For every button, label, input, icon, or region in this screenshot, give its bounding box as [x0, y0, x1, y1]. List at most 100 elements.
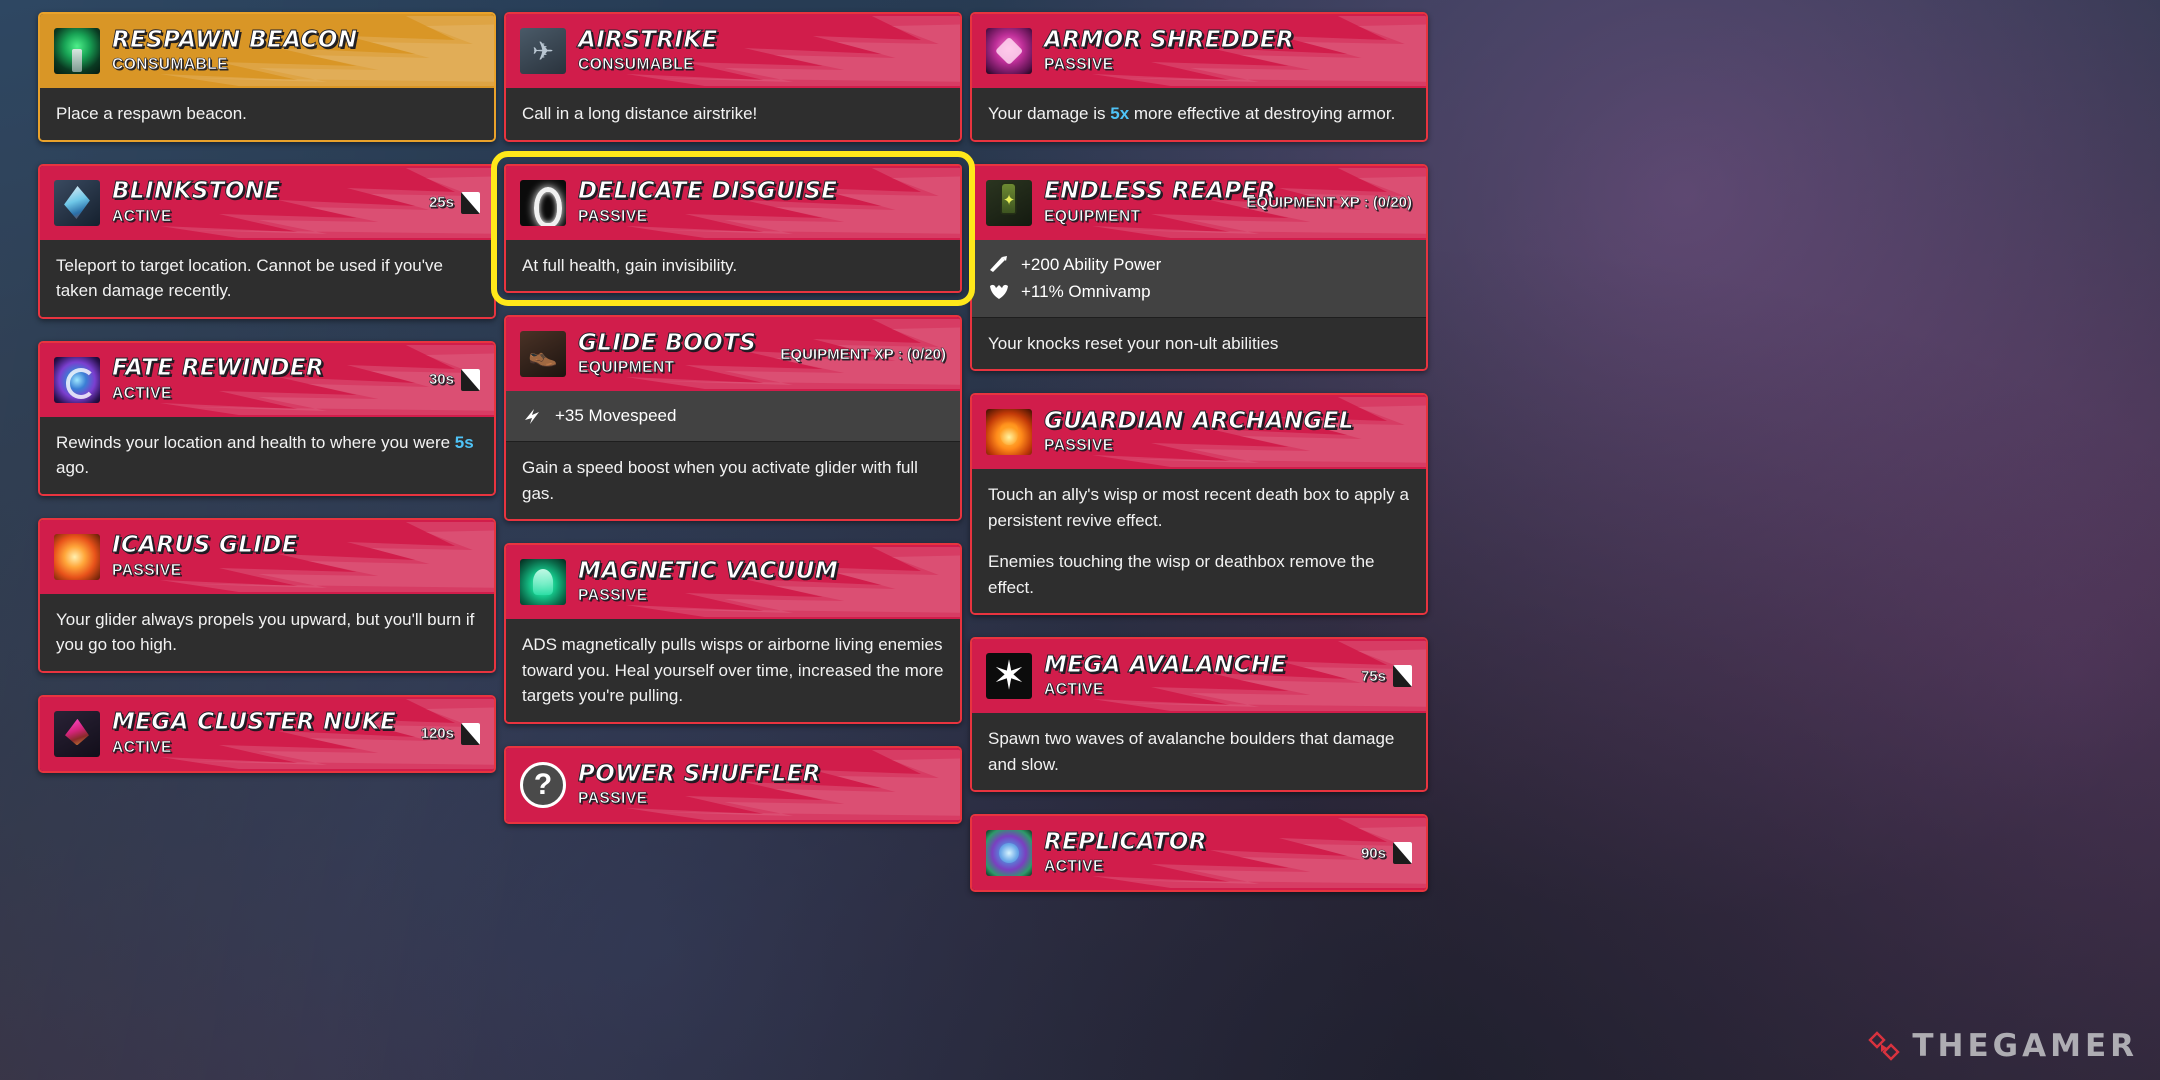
card-titles: MEGA AVALANCHE ACTIVE [1044, 653, 1351, 699]
ability-card[interactable]: BLINKSTONE ACTIVE 25s Teleport to target lo… [38, 163, 496, 319]
card-type: PASSIVE [1044, 56, 1114, 74]
card-description: Rewinds your location and health to wher… [56, 432, 474, 478]
card-name: MAGNETIC VACUUM [578, 558, 839, 585]
cooldown-value: 25s [428, 194, 455, 212]
card-name: DELICATE DISGUISE [578, 178, 838, 205]
card-header: BLINKSTONE ACTIVE 25s [40, 165, 494, 240]
card-header: MEGA AVALANCHE ACTIVE 75s [972, 639, 1426, 714]
watermark-text: THEGAMER [1912, 1028, 2138, 1064]
card-titles: RESPAWN BEACON CONSUMABLE [112, 26, 480, 74]
ability-card-column-3: ARMOR SHREDDER PASSIVE Your damage is 5x m… [970, 12, 1428, 914]
cooldown-icon [461, 368, 480, 391]
endless-reaper-icon [986, 179, 1032, 226]
card-name: ENDLESS REAPER [1044, 178, 1276, 205]
cooldown-value: 90s [1360, 844, 1387, 863]
ability-card[interactable]: MEGA CLUSTER NUKE ACTIVE 120s [38, 694, 496, 773]
ability-card[interactable]: FATE REWINDER ACTIVE 30s Rewinds your locat… [38, 340, 496, 496]
ability-card-column-2: AIRSTRIKE CONSUMABLE Call in a long distan… [491, 12, 975, 846]
card-body: Place a respawn beacon. [40, 88, 494, 140]
airstrike-icon [520, 28, 566, 74]
card-header: POWER SHUFFLER PASSIVE [506, 747, 960, 822]
card-titles: ARMOR SHREDDER PASSIVE [1044, 26, 1412, 74]
card-type: ACTIVE [112, 207, 172, 225]
card-titles: REPLICATOR ACTIVE [1044, 830, 1351, 876]
ability-card[interactable]: MAGNETIC VACUUM PASSIVE ADS magnetically p… [504, 543, 962, 724]
ability-card[interactable]: DELICATE DISGUISE PASSIVE At full health, … [491, 150, 975, 306]
card-titles: MEGA CLUSTER NUKE ACTIVE [112, 710, 411, 756]
card-name: ICARUS GLIDE [112, 532, 298, 559]
card-titles: BLINKSTONE ACTIVE [112, 179, 419, 225]
card-stats: +35 Movespeed [506, 391, 960, 442]
card-name: MEGA CLUSTER NUKE [112, 709, 397, 736]
blinkstone-icon [54, 179, 100, 226]
ability-card[interactable]: GLIDE BOOTS EQUIPMENT EQUIPMENT XP : (0/20… [504, 315, 962, 522]
diamond-logo-icon [1867, 1029, 1901, 1063]
omnivamp-icon [988, 281, 1010, 301]
icarus-glide-icon [54, 533, 100, 580]
card-titles: POWER SHUFFLER PASSIVE [578, 761, 946, 808]
card-name: REPLICATOR [1044, 829, 1207, 856]
card-description: Spawn two waves of avalanche boulders th… [988, 729, 1395, 774]
highlight-value: 5s [454, 432, 474, 452]
ability-card[interactable]: POWER SHUFFLER PASSIVE [504, 745, 962, 824]
card-header: ARMOR SHREDDER PASSIVE [972, 14, 1426, 88]
ability-card[interactable]: ARMOR SHREDDER PASSIVE Your damage is 5x m… [970, 12, 1428, 142]
ability-card[interactable]: RESPAWN BEACON CONSUMABLE Place a respawn … [38, 12, 496, 142]
card-header: AIRSTRIKE CONSUMABLE [506, 14, 960, 88]
card-name: MEGA AVALANCHE [1044, 652, 1287, 679]
ability-card[interactable]: ENDLESS REAPER EQUIPMENT EQUIPMENT XP : (0… [970, 163, 1428, 372]
card-body: Spawn two waves of avalanche boulders th… [972, 713, 1426, 791]
card-body: Your glider always propels you upward, b… [40, 593, 494, 671]
highlight-value: 5x [1110, 104, 1130, 123]
armor-shredder-icon [986, 28, 1032, 74]
card-description: Teleport to target location. Cannot be u… [56, 255, 443, 301]
card-description: At full health, gain invisibility. [522, 255, 738, 275]
card-description: Place a respawn beacon. [56, 104, 247, 123]
card-type: PASSIVE [578, 789, 648, 807]
ability-card[interactable]: GUARDIAN ARCHANGEL PASSIVE Touch an ally's… [970, 393, 1428, 616]
ability-power-icon [988, 254, 1010, 274]
respawn-beacon-icon [54, 28, 100, 74]
card-type: CONSUMABLE [112, 56, 229, 74]
cooldown-value: 120s [420, 725, 454, 743]
card-header: ENDLESS REAPER EQUIPMENT EQUIPMENT XP : (0… [972, 165, 1426, 240]
equipment-xp-label: EQUIPMENT XP : (0/20) [780, 345, 946, 363]
stat-row: +35 Movespeed [522, 402, 944, 429]
card-name: RESPAWN BEACON [112, 26, 358, 53]
guardian-archangel-icon [986, 409, 1032, 456]
stat-text: +35 Movespeed [555, 406, 677, 425]
card-type: ACTIVE [1044, 681, 1104, 699]
card-name: GUARDIAN ARCHANGEL [1044, 408, 1354, 435]
card-body: Teleport to target location. Cannot be u… [40, 239, 494, 317]
card-name: BLINKSTONE [112, 178, 281, 205]
stat-row: +11% Omnivamp [988, 278, 1410, 305]
ability-card[interactable]: REPLICATOR ACTIVE 90s [970, 814, 1428, 893]
card-header: MEGA CLUSTER NUKE ACTIVE 120s [40, 696, 494, 771]
card-titles: ENDLESS REAPER EQUIPMENT [1044, 178, 1276, 225]
card-type: ACTIVE [112, 738, 172, 756]
card-description: Call in a long distance airstrike! [522, 104, 758, 123]
cooldown-badge: 90s [1351, 842, 1412, 865]
ability-card[interactable]: MEGA AVALANCHE ACTIVE 75s Spawn two waves o… [970, 637, 1428, 793]
card-titles: FATE REWINDER ACTIVE [112, 356, 419, 402]
card-body: Call in a long distance airstrike! [506, 88, 960, 140]
movespeed-icon [522, 406, 544, 426]
card-titles: AIRSTRIKE CONSUMABLE [578, 27, 946, 74]
cooldown-badge: 30s [419, 368, 480, 391]
card-header: GUARDIAN ARCHANGEL PASSIVE [972, 395, 1426, 470]
equipment-xp-badge: EQUIPMENT XP : (0/20) [770, 345, 946, 363]
card-titles: GLIDE BOOTS EQUIPMENT [578, 330, 770, 377]
ability-card-grid: RESPAWN BEACON CONSUMABLE Place a respawn … [38, 12, 2128, 914]
fate-rewinder-icon [54, 356, 100, 403]
card-type: EQUIPMENT [578, 359, 675, 377]
ability-card-column-1: RESPAWN BEACON CONSUMABLE Place a respawn … [38, 12, 496, 795]
card-header: DELICATE DISGUISE PASSIVE [506, 165, 960, 240]
card-titles: ICARUS GLIDE PASSIVE [112, 533, 480, 579]
card-body: Your damage is 5x more effective at dest… [972, 88, 1426, 140]
cooldown-icon [1393, 842, 1412, 865]
ability-card[interactable]: AIRSTRIKE CONSUMABLE Call in a long distan… [504, 12, 962, 142]
card-name: ARMOR SHREDDER [1044, 26, 1295, 53]
mega-avalanche-icon [986, 653, 1032, 700]
card-description: ADS magnetically pulls wisps or airborne… [522, 635, 944, 706]
ability-card[interactable]: ICARUS GLIDE PASSIVE Your glider always pr… [38, 517, 496, 673]
